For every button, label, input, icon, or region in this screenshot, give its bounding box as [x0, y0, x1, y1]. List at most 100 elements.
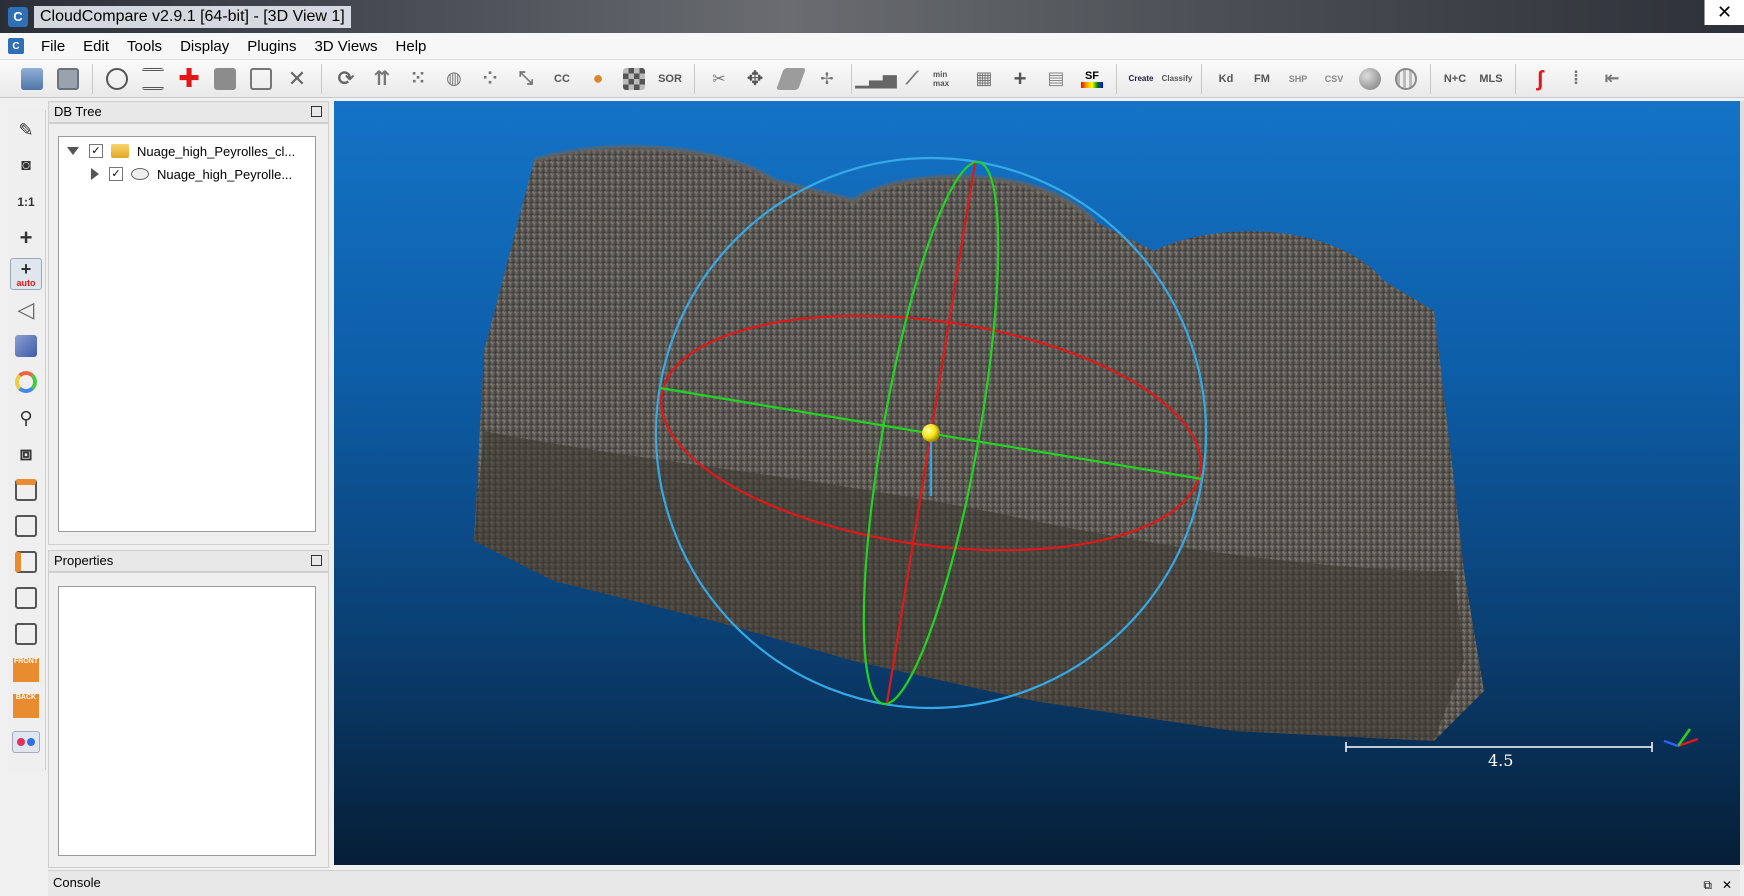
add-point-button[interactable]: ✚ — [174, 63, 204, 94]
menu-display[interactable]: Display — [171, 38, 238, 55]
window-title: CloudCompare v2.9.1 [64-bit] - [3D View … — [34, 5, 351, 28]
crosshair-icon: + — [19, 225, 33, 250]
canupo-classify-button[interactable]: Classify — [1162, 64, 1193, 94]
sor-button[interactable]: SOR — [655, 64, 685, 94]
console-close-button[interactable]: ✕ — [1722, 878, 1732, 892]
center-button[interactable]: + — [10, 222, 42, 254]
float-panel-button[interactable] — [311, 106, 322, 117]
tree-item-checkbox[interactable]: ✓ — [89, 144, 103, 158]
collapse-arrow-icon[interactable] — [67, 147, 79, 155]
open-button[interactable] — [17, 64, 47, 94]
cut-button[interactable]: ✂ — [704, 64, 734, 94]
scalar-field-button[interactable]: SF — [1077, 64, 1107, 94]
add-button[interactable]: + — [1005, 64, 1035, 94]
nc-button[interactable]: N+C — [1440, 64, 1470, 94]
toolbar-separator — [1430, 63, 1431, 94]
view-left-button[interactable] — [10, 510, 42, 542]
mesh-button[interactable]: ◍ — [439, 64, 469, 94]
menu-file[interactable]: File — [32, 38, 74, 55]
pipette-icon: ✎ — [18, 119, 34, 140]
view-back-button[interactable]: BACK — [10, 690, 42, 722]
tree-item-cloud[interactable]: ✓ Nuage_high_Peyrolle... — [91, 163, 292, 185]
histogram-icon: ▁▃▅ — [855, 68, 897, 88]
camera-button[interactable]: ◙ — [10, 150, 42, 182]
histogram-button[interactable]: ▁▃▅ — [855, 64, 897, 94]
menu-plugins[interactable]: Plugins — [238, 38, 305, 55]
register-icon: ⟳ — [337, 68, 355, 90]
view-right-button[interactable] — [10, 546, 42, 578]
color-ramp-button[interactable] — [10, 366, 42, 398]
view-iso-button[interactable]: ⧈ — [10, 438, 42, 470]
db-tree-view: ✓ Nuage_high_Peyrolles_cl... ✓ Nuage_hig… — [58, 136, 316, 532]
document-icon[interactable]: C — [8, 38, 24, 54]
delete-button[interactable]: ✕ — [282, 64, 312, 94]
kd-button[interactable]: Kd — [1211, 64, 1241, 94]
menu-3d-views[interactable]: 3D Views — [305, 38, 386, 55]
canupo-create-button[interactable]: Create — [1126, 64, 1156, 94]
merge-button[interactable] — [210, 64, 240, 94]
stereo-button[interactable] — [10, 726, 42, 758]
tree-item-checkbox[interactable]: ✓ — [109, 167, 123, 181]
perspective-button[interactable]: ◁ — [10, 294, 42, 326]
checker-button[interactable] — [619, 64, 649, 94]
mesh-icon: ◍ — [446, 68, 462, 88]
align-button[interactable]: ⇤ — [1597, 64, 1627, 94]
plane-button[interactable] — [775, 64, 807, 94]
view-bottom-button[interactable] — [10, 582, 42, 614]
noise-button[interactable]: ⁘ — [475, 64, 505, 94]
curve-button[interactable]: ⟋ — [897, 64, 927, 94]
filter-icon: ▦ — [975, 68, 993, 88]
zoom-1to1-button[interactable]: 1:1 — [10, 186, 42, 218]
normals-button[interactable]: ⇈ — [367, 64, 397, 94]
lighting-button[interactable] — [10, 330, 42, 362]
scalar-field-icon: SF — [1081, 70, 1103, 88]
profile-button[interactable]: ʃ — [1525, 64, 1555, 94]
pin-button[interactable]: ✢ — [812, 64, 842, 94]
primitive-button[interactable]: ● — [583, 64, 613, 94]
menu-help[interactable]: Help — [387, 38, 436, 55]
3d-view[interactable]: 4.5 — [334, 101, 1740, 865]
box-wire-icon: ⧈ — [19, 442, 33, 465]
view-side-button[interactable] — [10, 618, 42, 650]
float-panel-button[interactable] — [311, 555, 322, 566]
zoom-button[interactable]: ⚲ — [10, 402, 42, 434]
noise-icon: ⁘ — [482, 68, 498, 88]
subsample-button[interactable] — [246, 64, 276, 94]
tree-item-group[interactable]: ✓ Nuage_high_Peyrolles_cl... — [67, 140, 295, 162]
mls-button[interactable]: MLS — [1476, 64, 1506, 94]
translate-button[interactable]: ✥ — [740, 64, 770, 94]
register-button[interactable]: ⟳ — [331, 64, 361, 94]
view-top-button[interactable] — [10, 474, 42, 506]
view-front-button[interactable]: FRONT — [10, 654, 42, 686]
save-button[interactable] — [53, 64, 83, 94]
toolbar-separator — [1116, 63, 1117, 94]
select-entities-button[interactable] — [102, 64, 132, 94]
cube-icon — [15, 335, 37, 357]
3d-scene[interactable] — [334, 101, 1740, 865]
calculator-button[interactable]: ▤ — [1041, 64, 1071, 94]
save-icon — [57, 67, 79, 90]
console-float-button[interactable]: ⧉ — [1703, 878, 1712, 892]
menu-edit[interactable]: Edit — [74, 38, 118, 55]
point-pick-button[interactable]: ⁞ — [1561, 64, 1591, 94]
csv-button[interactable]: CSV — [1319, 64, 1349, 94]
sample-button[interactable]: ⁙ — [403, 64, 433, 94]
minmax-button[interactable]: min max — [933, 64, 963, 94]
pick-rotation-center-button[interactable]: ✎ — [10, 114, 42, 146]
globe-button[interactable] — [1391, 64, 1421, 94]
filter-button[interactable]: ▦ — [969, 64, 999, 94]
box-right-icon — [15, 551, 37, 573]
menu-bar: C File Edit Tools Display Plugins 3D Vie… — [0, 33, 1744, 60]
connected-components-button[interactable]: CC — [547, 64, 577, 94]
sphere-button[interactable] — [1355, 64, 1385, 94]
scale-button[interactable]: ⤡ — [511, 64, 541, 94]
window-close-button[interactable]: ✕ — [1704, 0, 1744, 25]
auto-center-button[interactable]: + auto — [10, 258, 42, 290]
shp-button[interactable]: SHP — [1283, 64, 1313, 94]
list-button[interactable] — [138, 64, 168, 94]
fm-button[interactable]: FM — [1247, 64, 1277, 94]
menu-tools[interactable]: Tools — [118, 38, 171, 55]
expand-arrow-icon[interactable] — [91, 168, 99, 180]
tree-item-label: Nuage_high_Peyrolles_cl... — [137, 143, 296, 159]
right-edge-scrollbar[interactable] — [1740, 101, 1744, 865]
